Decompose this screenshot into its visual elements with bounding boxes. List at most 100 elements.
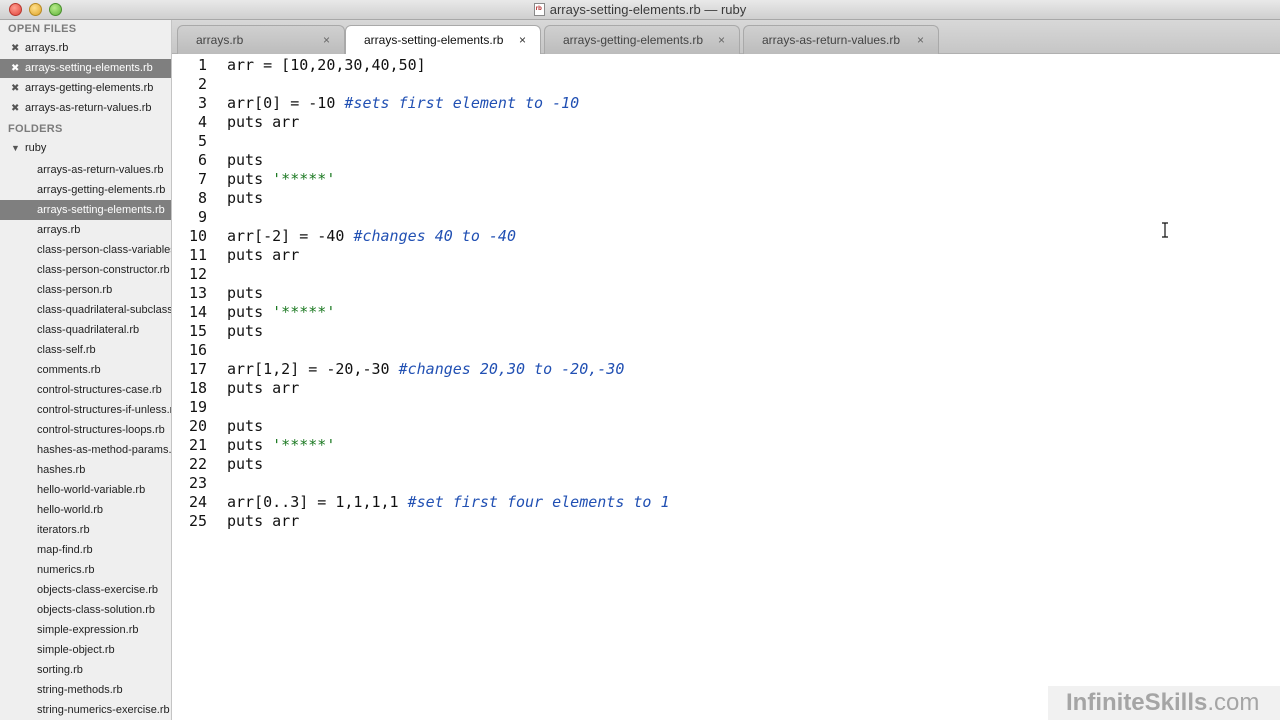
close-file-icon[interactable]: ✖	[11, 99, 19, 118]
code-line[interactable]: 8 puts	[172, 189, 1272, 208]
line-number: 18	[188, 379, 207, 397]
open-file-label: arrays.rb	[25, 42, 69, 54]
code-line[interactable]: 9	[172, 208, 1272, 227]
open-file-label: arrays-as-return-values.rb	[25, 102, 152, 114]
sidebar-file-item[interactable]: map-find.rb	[0, 540, 171, 560]
sidebar-file-item[interactable]: comments.rb	[0, 360, 171, 380]
code-line[interactable]: 16	[172, 341, 1272, 360]
code-plain: puts	[227, 455, 264, 473]
sidebar-file-label: class-self.rb	[37, 344, 96, 356]
code-line[interactable]: 22 puts	[172, 455, 1272, 474]
code-line[interactable]: 12	[172, 265, 1272, 284]
sidebar-file-item[interactable]: arrays-getting-elements.rb	[0, 180, 171, 200]
sidebar-file-item[interactable]: arrays-setting-elements.rb	[0, 200, 171, 220]
code-comment: #sets first element to -10	[344, 94, 580, 112]
code-line[interactable]: 7 puts '*****'	[172, 170, 1272, 189]
sidebar-file-item[interactable]: class-person.rb	[0, 280, 171, 300]
tab-close-icon[interactable]: ×	[917, 33, 924, 47]
code-text: puts	[227, 151, 263, 170]
watermark-logo: InfiniteSkills.com	[1048, 686, 1280, 720]
tab-close-icon[interactable]: ×	[519, 33, 526, 47]
code-plain: puts	[227, 436, 273, 454]
code-line[interactable]: 3 arr[0] = -10 #sets first element to -10	[172, 94, 1272, 113]
line-number: 20	[188, 417, 207, 435]
code-string: '*****'	[272, 170, 336, 188]
sidebar-file-item[interactable]: control-structures-case.rb	[0, 380, 171, 400]
code-line[interactable]: 25 puts arr	[172, 512, 1272, 531]
sidebar-file-item[interactable]: string-methods.rb	[0, 680, 171, 700]
code-line[interactable]: 19	[172, 398, 1272, 417]
tab-label: arrays.rb	[196, 33, 244, 47]
sidebar-file-item[interactable]: hello-world.rb	[0, 500, 171, 520]
sidebar-file-item[interactable]: objects-class-exercise.rb	[0, 580, 171, 600]
open-files-header: OPEN FILES	[8, 23, 77, 35]
editor-tab[interactable]: arrays-setting-elements.rb ×	[345, 25, 541, 55]
sidebar-file-item[interactable]: class-person-class-variables.rb	[0, 240, 171, 260]
open-file-item[interactable]: ✖ arrays-getting-elements.rb	[0, 79, 171, 98]
tab-close-icon[interactable]: ×	[323, 33, 330, 47]
code-line[interactable]: 5	[172, 132, 1272, 151]
close-file-icon[interactable]: ✖	[11, 59, 19, 78]
code-plain: puts	[227, 303, 273, 321]
code-line[interactable]: 14 puts '*****'	[172, 303, 1272, 322]
open-file-item[interactable]: ✖ arrays-setting-elements.rb	[0, 59, 171, 78]
code-line[interactable]: 11 puts arr	[172, 246, 1272, 265]
code-plain: puts	[227, 170, 273, 188]
code-text: puts arr	[227, 246, 299, 265]
code-editor[interactable]: 1 arr = [10,20,30,40,50] 2 3 arr[0] = -10 #s…	[172, 54, 1280, 720]
sidebar-file-item[interactable]: numerics.rb	[0, 560, 171, 580]
open-file-label: arrays-getting-elements.rb	[25, 82, 154, 94]
open-file-item[interactable]: ✖ arrays.rb	[0, 39, 171, 58]
code-line[interactable]: 20 puts	[172, 417, 1272, 436]
line-number: 8	[197, 189, 207, 207]
line-number: 15	[188, 322, 207, 340]
sidebar-file-item[interactable]: hashes-as-method-params.rb	[0, 440, 171, 460]
line-number: 16	[188, 341, 207, 359]
sidebar-file-item[interactable]: class-self.rb	[0, 340, 171, 360]
code-line[interactable]: 6 puts	[172, 151, 1272, 170]
code-text: puts	[227, 322, 263, 341]
code-text: puts	[227, 455, 263, 474]
text-cursor-icon	[1162, 222, 1168, 238]
editor-tab[interactable]: arrays-as-return-values.rb ×	[743, 25, 939, 54]
code-line[interactable]: 23	[172, 474, 1272, 493]
sidebar-file-item[interactable]: hashes.rb	[0, 460, 171, 480]
open-file-item[interactable]: ✖ arrays-as-return-values.rb	[0, 99, 171, 118]
code-line[interactable]: 18 puts arr	[172, 379, 1272, 398]
sidebar-file-item[interactable]: sorting.rb	[0, 660, 171, 680]
close-file-icon[interactable]: ✖	[11, 39, 19, 58]
editor-tab[interactable]: arrays.rb ×	[177, 25, 345, 54]
sidebar-file-item[interactable]: simple-object.rb	[0, 640, 171, 660]
sidebar-file-label: iterators.rb	[37, 524, 90, 536]
title-bar: rb arrays-setting-elements.rb — ruby	[0, 0, 1280, 20]
folder-ruby[interactable]: ▼ ruby	[0, 139, 171, 158]
sidebar-file-item[interactable]: control-structures-if-unless.rb	[0, 400, 171, 420]
line-number: 1	[197, 56, 207, 74]
sidebar-file-item[interactable]: arrays-as-return-values.rb	[0, 160, 171, 180]
code-line[interactable]: 10 arr[-2] = -40 #changes 40 to -40	[172, 227, 1272, 246]
code-line[interactable]: 1 arr = [10,20,30,40,50]	[172, 56, 1272, 75]
code-text: puts	[227, 284, 263, 303]
code-line[interactable]: 4 puts arr	[172, 113, 1272, 132]
sidebar-file-item[interactable]: class-quadrilateral.rb	[0, 320, 171, 340]
sidebar-file-label: hello-world.rb	[37, 504, 104, 516]
tab-close-icon[interactable]: ×	[718, 33, 725, 47]
code-line[interactable]: 17 arr[1,2] = -20,-30 #changes 20,30 to -…	[172, 360, 1272, 379]
sidebar-file-item[interactable]: hello-world-variable.rb	[0, 480, 171, 500]
code-line[interactable]: 24 arr[0..3] = 1,1,1,1 #set first four el…	[172, 493, 1272, 512]
code-line[interactable]: 21 puts '*****'	[172, 436, 1272, 455]
sidebar-file-item[interactable]: class-quadrilateral-subclass.rb	[0, 300, 171, 320]
editor-tab[interactable]: arrays-getting-elements.rb ×	[544, 25, 740, 54]
code-line[interactable]: 13 puts	[172, 284, 1272, 303]
close-file-icon[interactable]: ✖	[11, 79, 19, 98]
sidebar-file-item[interactable]: arrays.rb	[0, 220, 171, 240]
sidebar-file-item[interactable]: simple-expression.rb	[0, 620, 171, 640]
sidebar-file-item[interactable]: class-person-constructor.rb	[0, 260, 171, 280]
sidebar-file-item[interactable]: string-numerics-exercise.rb	[0, 700, 171, 720]
sidebar-file-item[interactable]: iterators.rb	[0, 520, 171, 540]
sidebar-file-item[interactable]: objects-class-solution.rb	[0, 600, 171, 620]
sidebar-file-item[interactable]: control-structures-loops.rb	[0, 420, 171, 440]
code-line[interactable]: 15 puts	[172, 322, 1272, 341]
code-line[interactable]: 2	[172, 75, 1272, 94]
disclosure-triangle-icon[interactable]: ▼	[11, 139, 20, 158]
